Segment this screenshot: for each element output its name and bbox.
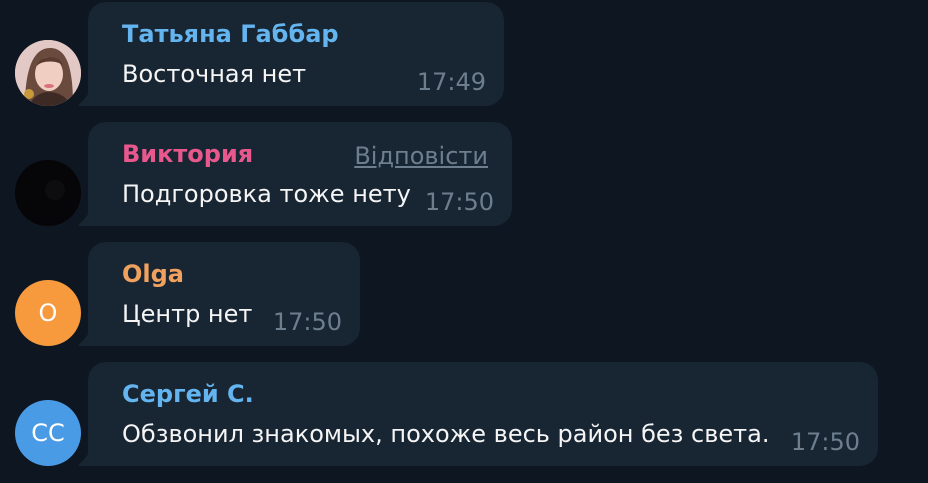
bubble-tail — [78, 332, 90, 346]
message-item: Татьяна Габбар Восточная нет 17:49 — [0, 0, 928, 110]
sender-avatar[interactable] — [15, 40, 81, 106]
sender-avatar[interactable]: CC — [15, 400, 81, 466]
message-bubble[interactable]: Olga Центр нет 17:50 — [78, 242, 360, 346]
sender-avatar[interactable]: O — [15, 280, 81, 346]
message-text: Обзвонил знакомых, похоже весь район без… — [122, 420, 770, 448]
message-item: Виктория Відповісти Подгоровка тоже нету… — [0, 120, 928, 230]
message-text: Подгоровка тоже нету — [122, 180, 411, 208]
user-photo-icon — [15, 160, 81, 226]
message-item: O Olga Центр нет 17:50 — [0, 240, 928, 350]
sender-name[interactable]: Татьяна Габбар — [122, 20, 339, 48]
message-item: CC Сергей С. Обзвонил знакомых, похоже в… — [0, 360, 928, 470]
avatar-initials: O — [38, 299, 58, 327]
message-text: Восточная нет — [122, 60, 307, 88]
bubble-tail — [78, 452, 90, 466]
message-time: 17:50 — [272, 308, 342, 336]
message-time: 17:50 — [424, 188, 494, 216]
message-bubble[interactable]: Сергей С. Обзвонил знакомых, похоже весь… — [78, 362, 878, 466]
message-bubble[interactable]: Виктория Відповісти Подгоровка тоже нету… — [78, 122, 512, 226]
user-photo-icon — [15, 40, 81, 106]
bubble-tail — [78, 92, 90, 106]
message-text: Центр нет — [122, 300, 253, 328]
message-bubble[interactable]: Татьяна Габбар Восточная нет 17:49 — [78, 2, 504, 106]
message-time: 17:49 — [416, 68, 486, 96]
sender-name[interactable]: Виктория — [122, 140, 253, 168]
message-time: 17:50 — [790, 428, 860, 456]
avatar-initials: CC — [31, 419, 65, 447]
reply-link[interactable]: Відповісти — [354, 142, 488, 170]
bubble-tail — [78, 212, 90, 226]
sender-name[interactable]: Сергей С. — [122, 380, 254, 408]
sender-avatar[interactable] — [15, 160, 81, 226]
sender-name[interactable]: Olga — [122, 260, 184, 288]
